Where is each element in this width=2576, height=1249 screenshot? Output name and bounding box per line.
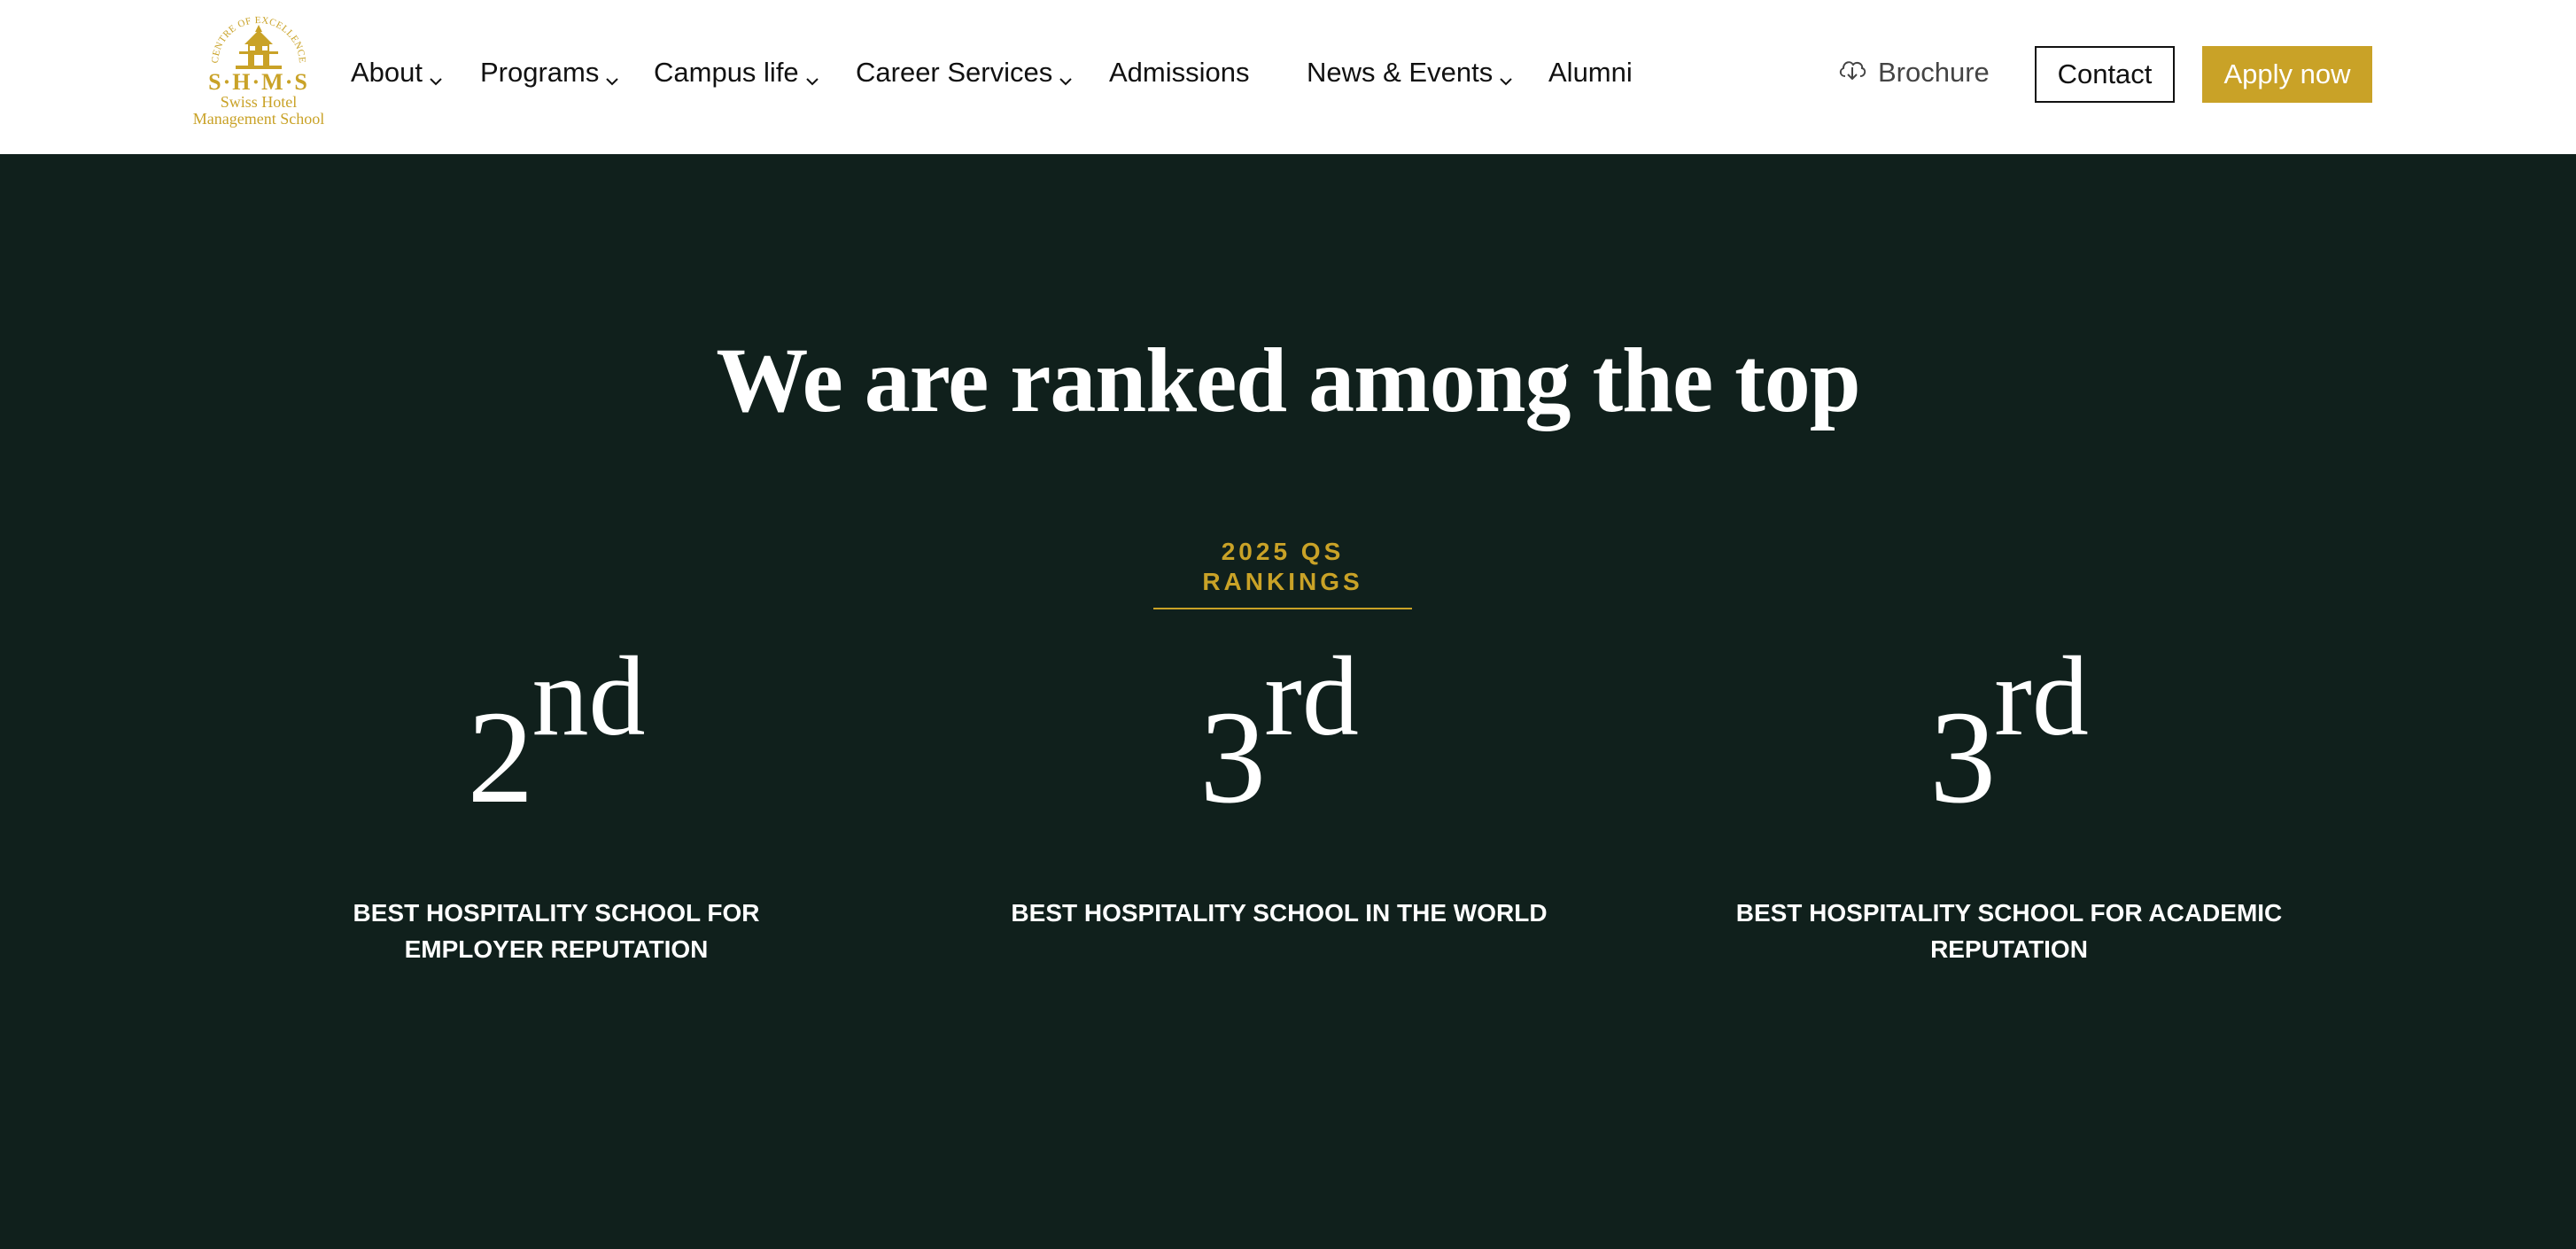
nav-item-career-services[interactable]: Career Services xyxy=(856,53,1072,92)
logo-name-line2: Management School xyxy=(192,110,325,128)
chalet-logo-icon: CENTRE OF EXCELLENCE xyxy=(210,15,307,69)
shms-logo[interactable]: CENTRE OF EXCELLENCE S·H·M·S Swiss Hotel… xyxy=(191,12,326,131)
ranking-position: 2 xyxy=(467,684,534,831)
nav-label: Programs xyxy=(480,57,600,88)
rankings-title: We are ranked among the top xyxy=(716,330,1860,431)
cloud-download-icon xyxy=(1837,57,1867,89)
ranking-item: 2nd BEST HOSPITALITY SCHOOL FOR EMPLOYER… xyxy=(282,629,831,963)
nav-item-campus-life[interactable]: Campus life xyxy=(654,53,819,92)
ranking-item: 3rd BEST HOSPITALITY SCHOOL FOR ACADEMIC… xyxy=(1734,629,2284,963)
apply-now-button[interactable]: Apply now xyxy=(2202,46,2372,103)
ranking-number: 2nd xyxy=(468,629,646,842)
nav-label: About xyxy=(351,57,423,88)
ranking-item: 3rd BEST HOSPITALITY SCHOOL IN THE WORLD xyxy=(1005,629,1554,927)
ranking-suffix: rd xyxy=(1264,633,1359,759)
ranking-number: 3rd xyxy=(1199,629,1359,842)
nav-item-about[interactable]: About xyxy=(351,53,442,92)
chevron-down-icon xyxy=(606,61,619,93)
nav-label: Campus life xyxy=(654,57,799,88)
ranking-number: 3rd xyxy=(1929,629,2089,842)
chevron-down-icon xyxy=(1059,61,1072,93)
ranking-suffix: nd xyxy=(531,633,646,759)
nav-label: Career Services xyxy=(856,57,1053,88)
ranking-position: 3 xyxy=(1199,684,1267,831)
ranking-label: BEST HOSPITALITY SCHOOL FOR ACADEMIC REP… xyxy=(1735,899,2283,963)
chevron-down-icon xyxy=(805,61,819,93)
chevron-down-icon xyxy=(430,61,442,93)
contact-button[interactable]: Contact xyxy=(2035,46,2175,103)
logo-mark: S·H·M·S xyxy=(208,69,309,95)
ranking-suffix: rd xyxy=(1994,633,2089,759)
nav-item-alumni[interactable]: Alumni xyxy=(1548,53,1633,92)
ranking-label: BEST HOSPITALITY SCHOOL IN THE WORLD xyxy=(1011,899,1548,927)
site-header: CENTRE OF EXCELLENCE S·H·M·S Swiss Hotel… xyxy=(0,0,2576,154)
brochure-link[interactable]: Brochure xyxy=(1837,53,1990,92)
nav-item-news-events[interactable]: News & Events xyxy=(1307,53,1512,92)
nav-label: Alumni xyxy=(1548,57,1633,88)
nav-label: Admissions xyxy=(1109,57,1250,88)
chevron-down-icon xyxy=(1500,61,1512,93)
nav-item-programs[interactable]: Programs xyxy=(480,53,619,93)
rankings-section: We are ranked among the top 2025 QS RANK… xyxy=(0,154,2576,1249)
logo-name-line1: Swiss Hotel xyxy=(220,93,298,111)
brochure-label: Brochure xyxy=(1878,57,1990,88)
ranking-label: BEST HOSPITALITY SCHOOL FOR EMPLOYER REP… xyxy=(353,899,760,963)
ranking-position: 3 xyxy=(1929,684,1997,831)
rankings-eyebrow: 2025 QS RANKINGS xyxy=(1153,537,1412,609)
nav-item-admissions[interactable]: Admissions xyxy=(1109,53,1250,92)
nav-label: News & Events xyxy=(1307,57,1494,88)
